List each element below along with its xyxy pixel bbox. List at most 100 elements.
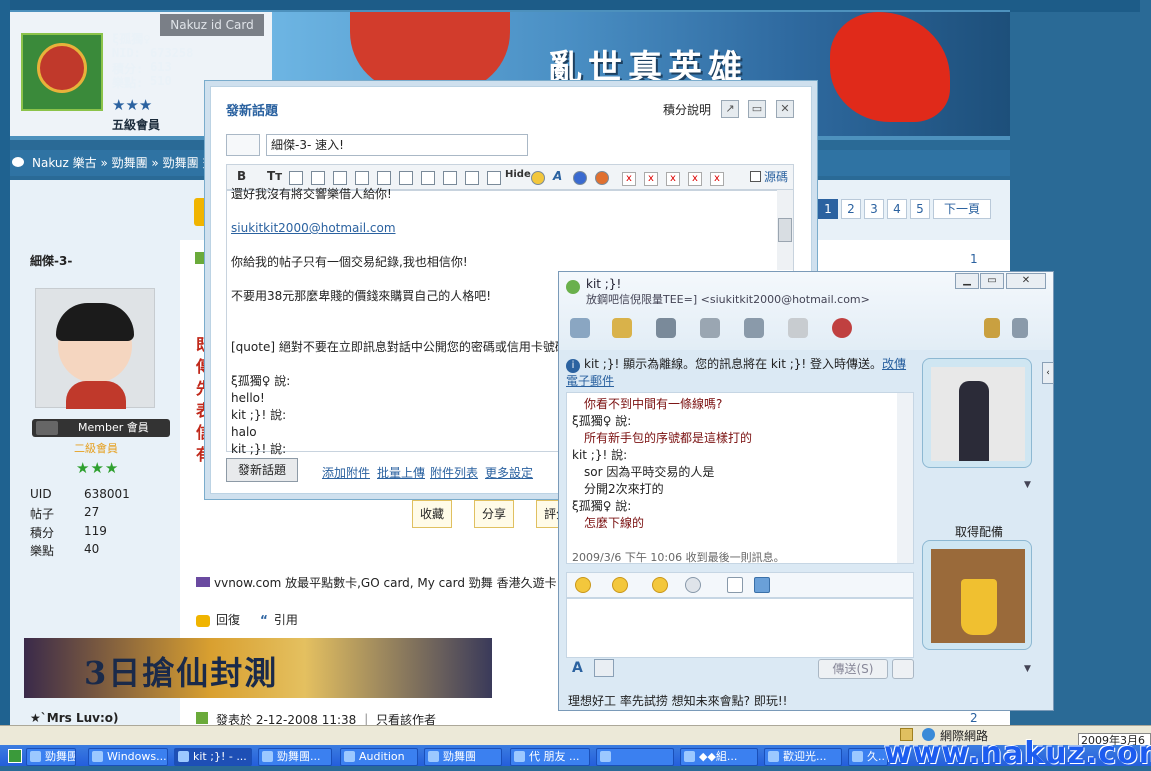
- table-icon[interactable]: [487, 171, 501, 185]
- chat-scrollbar[interactable]: [897, 393, 913, 563]
- send-button[interactable]: 傳送(S): [818, 659, 888, 679]
- bold-icon[interactable]: B: [237, 169, 246, 183]
- chevron-down-icon[interactable]: ▼: [1024, 480, 1031, 490]
- taskbar-item[interactable]: Windows...: [88, 748, 168, 766]
- chat-ad-footer[interactable]: 理想好工 率先試捞 想知未來會點? 即玩!!: [568, 692, 787, 709]
- background-icon[interactable]: [754, 577, 770, 593]
- handwriting-icon[interactable]: [594, 659, 614, 677]
- taskbar-item[interactable]: 勁舞團...: [26, 748, 76, 766]
- taskbar-item[interactable]: 勁舞團...: [258, 748, 332, 766]
- chevron-down-icon[interactable]: ▼: [1024, 664, 1031, 674]
- more-settings-link[interactable]: 更多設定: [485, 464, 533, 481]
- source-mode-label[interactable]: 源碼: [764, 168, 788, 185]
- ad-text-line[interactable]: vvnow.com 放最平點數卡,GO card, My card 勁舞 香港久…: [196, 574, 573, 591]
- activities-icon[interactable]: [788, 318, 808, 338]
- reply-link[interactable]: 回復: [216, 613, 240, 627]
- restore-icon[interactable]: ▭: [980, 273, 1004, 289]
- next-page[interactable]: 下一頁: [933, 199, 991, 219]
- start-icon[interactable]: [8, 749, 22, 763]
- ordered-list-icon[interactable]: [443, 171, 457, 185]
- taskbar-item[interactable]: Audition: [340, 748, 418, 766]
- reply-icon: [196, 614, 210, 627]
- taskbar-item[interactable]: kit ;}! - ...: [174, 748, 252, 766]
- media-icon[interactable]: [377, 171, 391, 185]
- page-1[interactable]: 1: [818, 199, 838, 219]
- call-icon[interactable]: [700, 318, 720, 338]
- subject-input[interactable]: 細傑-3- 速入!: [266, 134, 528, 156]
- submit-topic-button[interactable]: 發新話題: [226, 458, 298, 482]
- broken-image-icon[interactable]: x: [666, 172, 680, 186]
- spellcheck-icon[interactable]: [727, 577, 743, 593]
- contact-display-picture[interactable]: [922, 358, 1032, 468]
- wink-icon[interactable]: [612, 577, 628, 593]
- taskbar-item[interactable]: 久..: [848, 748, 888, 766]
- avatar: [35, 288, 155, 409]
- message-input[interactable]: [566, 598, 914, 658]
- gold-label: 樂點:: [112, 76, 144, 90]
- close-icon[interactable]: ✕: [1006, 273, 1046, 289]
- close-icon[interactable]: ✕: [776, 100, 794, 118]
- broken-image-icon[interactable]: x: [688, 172, 702, 186]
- editor-scrollbar[interactable]: [777, 190, 793, 270]
- next-poster-name[interactable]: ★`Mrs Luv:o): [30, 711, 118, 725]
- score-help-link[interactable]: 積分說明: [663, 101, 711, 118]
- qq-icon[interactable]: [595, 171, 609, 185]
- taskbar-item[interactable]: 歡迎光...: [764, 748, 842, 766]
- maximize-icon[interactable]: ▭: [748, 100, 766, 118]
- page-scrollbar[interactable]: [1140, 0, 1151, 725]
- nudge-icon[interactable]: [652, 577, 668, 593]
- smiley-icon[interactable]: [531, 171, 545, 185]
- my-display-picture[interactable]: [922, 540, 1032, 650]
- taskbar-item[interactable]: [596, 748, 674, 766]
- floor-number[interactable]: 2: [970, 711, 978, 725]
- block-icon[interactable]: [832, 318, 852, 338]
- topic-icon-select[interactable]: [226, 134, 260, 156]
- share-folder-icon[interactable]: [744, 318, 764, 338]
- batch-upload-link[interactable]: 批量上傳: [377, 464, 425, 481]
- floor-number[interactable]: 1: [970, 252, 978, 266]
- page-2[interactable]: 2: [841, 199, 861, 219]
- hide-icon[interactable]: Hide: [505, 169, 531, 180]
- invite-icon[interactable]: [570, 318, 590, 338]
- menu-icon[interactable]: [1012, 318, 1028, 338]
- collapse-icon[interactable]: ‹: [1042, 362, 1054, 384]
- webcam-icon[interactable]: [656, 318, 676, 338]
- page-4[interactable]: 4: [887, 199, 907, 219]
- font-icon[interactable]: A: [553, 169, 562, 183]
- link-icon[interactable]: [333, 171, 347, 185]
- email-link[interactable]: siukitkit2000@hotmail.com: [231, 220, 771, 237]
- color-icon[interactable]: [289, 171, 303, 185]
- font-format-icon[interactable]: A: [572, 660, 583, 676]
- quote-link[interactable]: 引用: [274, 613, 298, 627]
- attachment-list-link[interactable]: 附件列表: [430, 464, 478, 481]
- get-picture-label[interactable]: 取得配備: [955, 523, 1003, 540]
- poster-name[interactable]: 細傑-3-: [30, 252, 72, 269]
- image-icon[interactable]: [355, 171, 369, 185]
- favorite-button[interactable]: 收藏: [412, 500, 452, 528]
- code-icon[interactable]: [421, 171, 435, 185]
- minimize-icon[interactable]: ▁: [955, 273, 979, 289]
- broken-image-icon[interactable]: x: [622, 172, 636, 186]
- flash-icon[interactable]: [573, 171, 587, 185]
- voice-clip-icon[interactable]: [685, 577, 701, 593]
- popout-icon[interactable]: ↗: [721, 100, 739, 118]
- page-5[interactable]: 5: [910, 199, 930, 219]
- add-attachment-link[interactable]: 添加附件: [322, 464, 370, 481]
- quote-tool-icon[interactable]: [399, 171, 413, 185]
- search-icon[interactable]: [892, 659, 914, 679]
- broken-image-icon[interactable]: x: [710, 172, 724, 186]
- taskbar-item[interactable]: 代 朋友 ...: [510, 748, 590, 766]
- broken-image-icon[interactable]: x: [644, 172, 658, 186]
- taskbar-item[interactable]: 勁舞團: [424, 748, 502, 766]
- share-button[interactable]: 分享: [474, 500, 514, 528]
- source-mode-checkbox[interactable]: [750, 171, 761, 182]
- send-files-icon[interactable]: [612, 318, 632, 338]
- page-3[interactable]: 3: [864, 199, 884, 219]
- taskbar-item[interactable]: ◆◆組...: [680, 748, 758, 766]
- theme-brush-icon[interactable]: [984, 318, 1000, 338]
- font-size-icon[interactable]: Tт: [267, 169, 282, 183]
- indent-icon[interactable]: [465, 171, 479, 185]
- breadcrumb-text[interactable]: Nakuz 樂古 » 勁舞團 » 勁舞團 交: [32, 156, 214, 170]
- emoticon-icon[interactable]: [575, 577, 591, 593]
- align-icon[interactable]: [311, 171, 325, 185]
